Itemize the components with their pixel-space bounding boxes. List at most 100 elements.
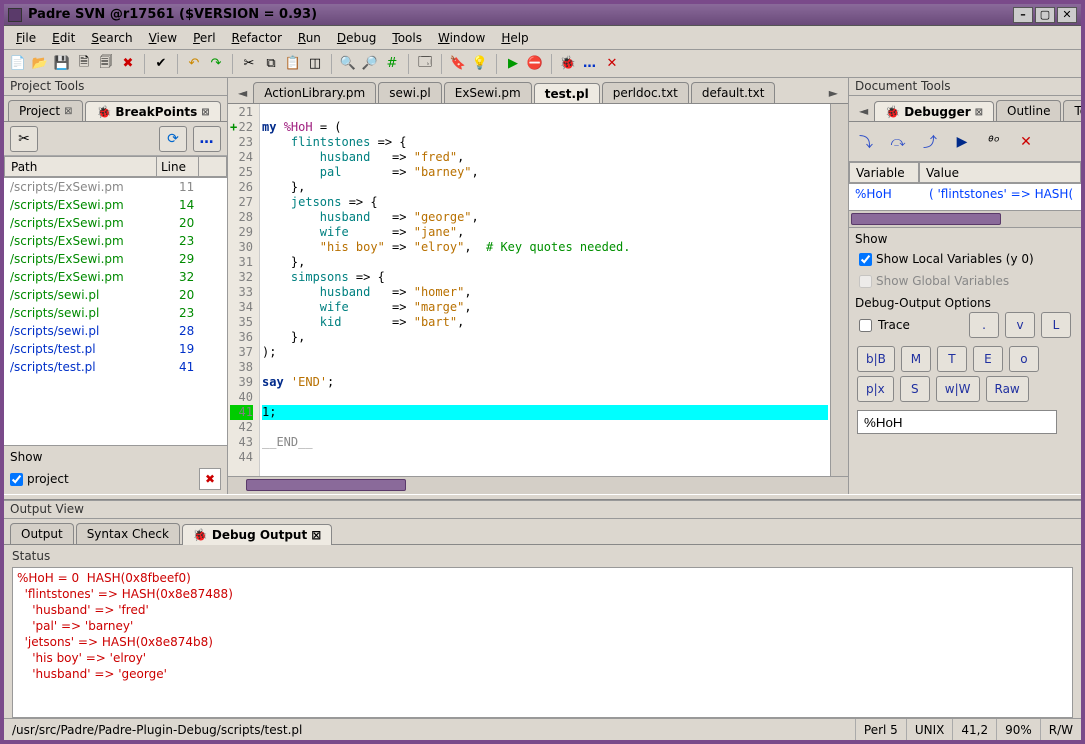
header-extra[interactable] [199, 156, 227, 177]
redo-icon[interactable]: ↷ [206, 54, 226, 74]
editor-tab[interactable]: ExSewi.pm [444, 82, 532, 103]
tab-scroll-left[interactable]: ◄ [232, 83, 253, 103]
tab-output[interactable]: Output [10, 523, 74, 544]
new-file-icon[interactable]: 📄 [8, 54, 28, 74]
header-path[interactable]: Path [4, 156, 157, 177]
tab-todo[interactable]: To [1063, 100, 1081, 121]
breakpoint-row[interactable]: /scripts/ExSewi.pm32 [4, 268, 227, 286]
tab-syntax-check[interactable]: Syntax Check [76, 523, 180, 544]
comment-icon[interactable]: # [382, 54, 402, 74]
select-all-icon[interactable]: ◫ [305, 54, 325, 74]
breakpoint-row[interactable]: /scripts/test.pl41 [4, 358, 227, 376]
variable-row[interactable]: %HoH ( 'flintstones' => HASH( [849, 184, 1081, 210]
debug-px-button[interactable]: p|x [857, 376, 894, 402]
continue-icon[interactable]: ▶ [951, 131, 973, 153]
debug-v-button[interactable]: v [1005, 312, 1035, 338]
step-into-icon[interactable]: ⤵ [855, 131, 877, 153]
debug-output-body[interactable]: %HoH = 0 HASH(0x8fbeef0) 'flintstones' =… [12, 567, 1073, 718]
quit-debug-icon[interactable]: ✕ [1015, 131, 1037, 153]
paste-icon[interactable]: 📋 [283, 54, 303, 74]
clear-button[interactable]: ✖ [199, 468, 221, 490]
close-icon[interactable]: ⊠ [201, 107, 209, 118]
breakpoint-row[interactable]: /scripts/ExSewi.pm20 [4, 214, 227, 232]
debug-E-button[interactable]: E [973, 346, 1003, 372]
tab-project[interactable]: Project⊠ [8, 100, 83, 121]
editor-tab[interactable]: test.pl [534, 83, 600, 103]
breakpoint-row[interactable]: /scripts/ExSewi.pm14 [4, 196, 227, 214]
undo-icon[interactable]: ↶ [184, 54, 204, 74]
maximize-button[interactable]: ▢ [1035, 7, 1055, 23]
copy-icon[interactable]: ⧉ [261, 54, 281, 74]
debug-dots-icon[interactable]: … [580, 54, 600, 74]
breakpoint-row[interactable]: /scripts/sewi.pl23 [4, 304, 227, 322]
close-icon[interactable]: ⊠ [311, 528, 321, 542]
menu-run[interactable]: Run [290, 29, 329, 47]
show-project-checkbox[interactable] [10, 473, 23, 486]
breakpoint-row[interactable]: /scripts/sewi.pl28 [4, 322, 227, 340]
spellcheck-icon[interactable]: ✔ [151, 54, 171, 74]
editor-tab[interactable]: perldoc.txt [602, 82, 689, 103]
refresh-button[interactable]: ⟳ [159, 126, 187, 152]
minimize-button[interactable]: – [1013, 7, 1033, 23]
menu-tools[interactable]: Tools [384, 29, 430, 47]
find-icon[interactable]: 🔍 [338, 54, 358, 74]
tab-scroll-right[interactable]: ► [823, 83, 844, 103]
more-button[interactable]: … [193, 126, 221, 152]
editor-tab[interactable]: default.txt [691, 82, 776, 103]
tab-scroll-left[interactable]: ◄ [853, 101, 874, 121]
save-icon[interactable]: 💾 [52, 54, 72, 74]
header-value[interactable]: Value [919, 162, 1081, 183]
editor-tab[interactable]: sewi.pl [378, 82, 442, 103]
breakpoint-row[interactable]: /scripts/ExSewi.pm29 [4, 250, 227, 268]
debug-Raw-button[interactable]: Raw [986, 376, 1029, 402]
save-all-icon[interactable]: 🗐 [96, 54, 116, 74]
editor-tab[interactable]: ActionLibrary.pm [253, 82, 376, 103]
tab-outline[interactable]: Outline [996, 100, 1061, 121]
header-variable[interactable]: Variable [849, 162, 919, 183]
menu-edit[interactable]: Edit [44, 29, 83, 47]
watch-icon[interactable]: ᶿᵒ [983, 131, 1005, 153]
close-icon[interactable]: ⊠ [64, 106, 72, 117]
trace-checkbox[interactable] [859, 319, 872, 332]
cut-icon[interactable]: ✂ [239, 54, 259, 74]
help-icon[interactable]: 💡 [470, 54, 490, 74]
debug--button[interactable]: . [969, 312, 999, 338]
var-hscroll[interactable] [849, 210, 1081, 228]
debug-S-button[interactable]: S [900, 376, 930, 402]
save-as-icon[interactable]: 🗎 [74, 54, 94, 74]
close-file-icon[interactable]: ✖ [118, 54, 138, 74]
menu-help[interactable]: Help [493, 29, 536, 47]
debug-expression-input[interactable] [857, 410, 1057, 434]
breakpoint-row[interactable]: /scripts/sewi.pl20 [4, 286, 227, 304]
breakpoint-row[interactable]: /scripts/test.pl19 [4, 340, 227, 358]
tab-debug-output[interactable]: 🐞Debug Output⊠ [182, 524, 332, 545]
debug-wW-button[interactable]: w|W [936, 376, 980, 402]
close-button[interactable]: ✕ [1057, 7, 1077, 23]
show-global-checkbox[interactable] [859, 275, 872, 288]
stop-icon[interactable]: ⛔ [525, 54, 545, 74]
step-over-icon[interactable]: ⤼ [887, 131, 909, 153]
tab-breakpoints[interactable]: 🐞BreakPoints⊠ [85, 101, 220, 122]
horizontal-scrollbar[interactable] [228, 476, 848, 494]
breakpoints-list[interactable]: /scripts/ExSewi.pm11/scripts/ExSewi.pm14… [4, 178, 227, 445]
debug-icon[interactable]: 🐞 [558, 54, 578, 74]
menu-view[interactable]: View [141, 29, 185, 47]
editor-body[interactable]: 21+2223242526272829303132333435363738394… [228, 104, 848, 476]
run-icon[interactable]: ▶ [503, 54, 523, 74]
breakpoint-row[interactable]: /scripts/ExSewi.pm11 [4, 178, 227, 196]
breakpoint-row[interactable]: /scripts/ExSewi.pm23 [4, 232, 227, 250]
code-area[interactable]: my %HoH = ( flintstones => { husband => … [260, 104, 830, 476]
step-out-icon[interactable]: ⤴ [919, 131, 941, 153]
debug-o-button[interactable]: o [1009, 346, 1039, 372]
delete-breakpoint-button[interactable]: ✂ [10, 126, 38, 152]
show-local-checkbox[interactable] [859, 253, 872, 266]
bookmark-icon[interactable]: 🔖 [448, 54, 468, 74]
header-line[interactable]: Line [157, 156, 199, 177]
debug-bB-button[interactable]: b|B [857, 346, 895, 372]
close-icon[interactable]: ⊠ [975, 107, 983, 118]
debug-L-button[interactable]: L [1041, 312, 1071, 338]
replace-icon[interactable]: 🔎 [360, 54, 380, 74]
menu-debug[interactable]: Debug [329, 29, 384, 47]
menu-file[interactable]: File [8, 29, 44, 47]
debug-T-button[interactable]: T [937, 346, 967, 372]
